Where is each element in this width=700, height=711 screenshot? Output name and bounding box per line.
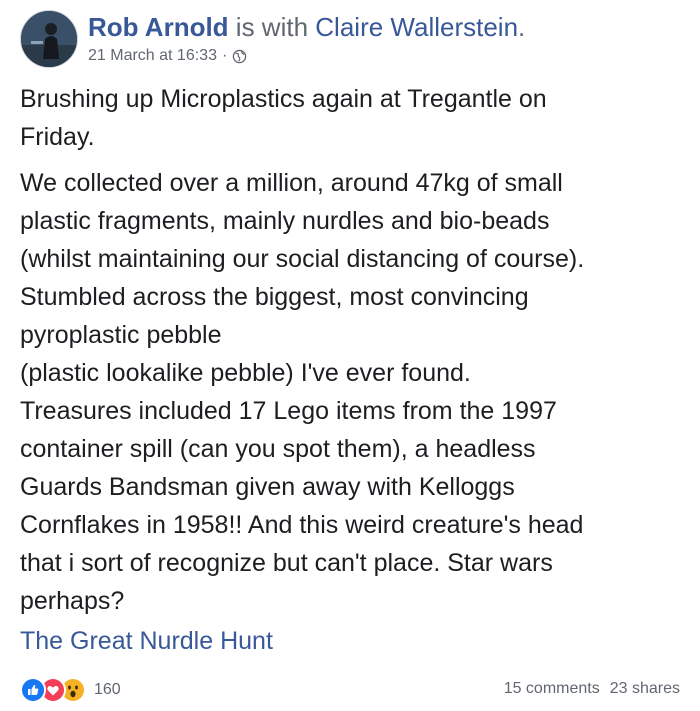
- text-line: Brushing up Microplastics again at Trega…: [20, 85, 547, 113]
- text-line: Treasures included 17 Lego items from th…: [20, 397, 557, 425]
- facebook-post: Rob Arnold is with Claire Wallerstein. 2…: [0, 0, 700, 711]
- timestamp-line: 21 March at 16:33 ·: [88, 46, 525, 66]
- shares-link[interactable]: 23 shares: [610, 680, 680, 698]
- comments-link[interactable]: 15 comments: [504, 680, 600, 698]
- post-meta: Rob Arnold is with Claire Wallerstein. 2…: [88, 8, 525, 66]
- reactions-summary[interactable]: 160: [20, 676, 121, 704]
- author-avatar[interactable]: [20, 10, 78, 68]
- separator-dot: ·: [221, 47, 228, 64]
- author-line: Rob Arnold is with Claire Wallerstein.: [88, 8, 525, 46]
- text-line: that i sort of recognize but can't place…: [20, 549, 553, 577]
- text-line: (whilst maintaining our social distancin…: [20, 245, 585, 273]
- avatar-photo: [21, 11, 77, 67]
- page-link[interactable]: The Great Nurdle Hunt: [20, 622, 680, 660]
- tagged-suffix: .: [518, 12, 526, 42]
- post-header: Rob Arnold is with Claire Wallerstein. 2…: [20, 8, 680, 70]
- author-name-link[interactable]: Rob Arnold: [88, 12, 229, 42]
- text-line: plastic fragments, mainly nurdles and bi…: [20, 207, 550, 235]
- text-line: (plastic lookalike pebble) I've ever fou…: [20, 359, 471, 387]
- post-paragraph-2: We collected over a million, around 47kg…: [20, 164, 680, 620]
- reaction-count: 160: [94, 681, 121, 698]
- text-line: Cornflakes in 1958!! And this weird crea…: [20, 511, 584, 539]
- text-line: We collected over a million, around 47kg…: [20, 169, 563, 197]
- post-content: Brushing up Microplastics again at Trega…: [20, 80, 680, 660]
- post-paragraph-1: Brushing up Microplastics again at Trega…: [20, 80, 680, 156]
- text-line: container spill (can you spot them), a h…: [20, 435, 536, 463]
- like-icon: [20, 677, 46, 703]
- tagged-person-link[interactable]: Claire Wallerstein: [315, 12, 518, 42]
- text-line: Friday.: [20, 123, 95, 151]
- post-timestamp[interactable]: 21 March at 16:33: [88, 46, 217, 66]
- text-line: perhaps?: [20, 587, 125, 615]
- globe-icon[interactable]: [232, 49, 247, 64]
- post-footer: 160 15 comments 23 shares: [20, 676, 680, 704]
- text-line: pyroplastic pebble: [20, 321, 222, 349]
- text-line: Stumbled across the biggest, most convin…: [20, 283, 529, 311]
- post-stats: 15 comments 23 shares: [504, 680, 680, 698]
- with-text: is with: [235, 12, 309, 42]
- text-line: Guards Bandsman given away with Kelloggs: [20, 473, 515, 501]
